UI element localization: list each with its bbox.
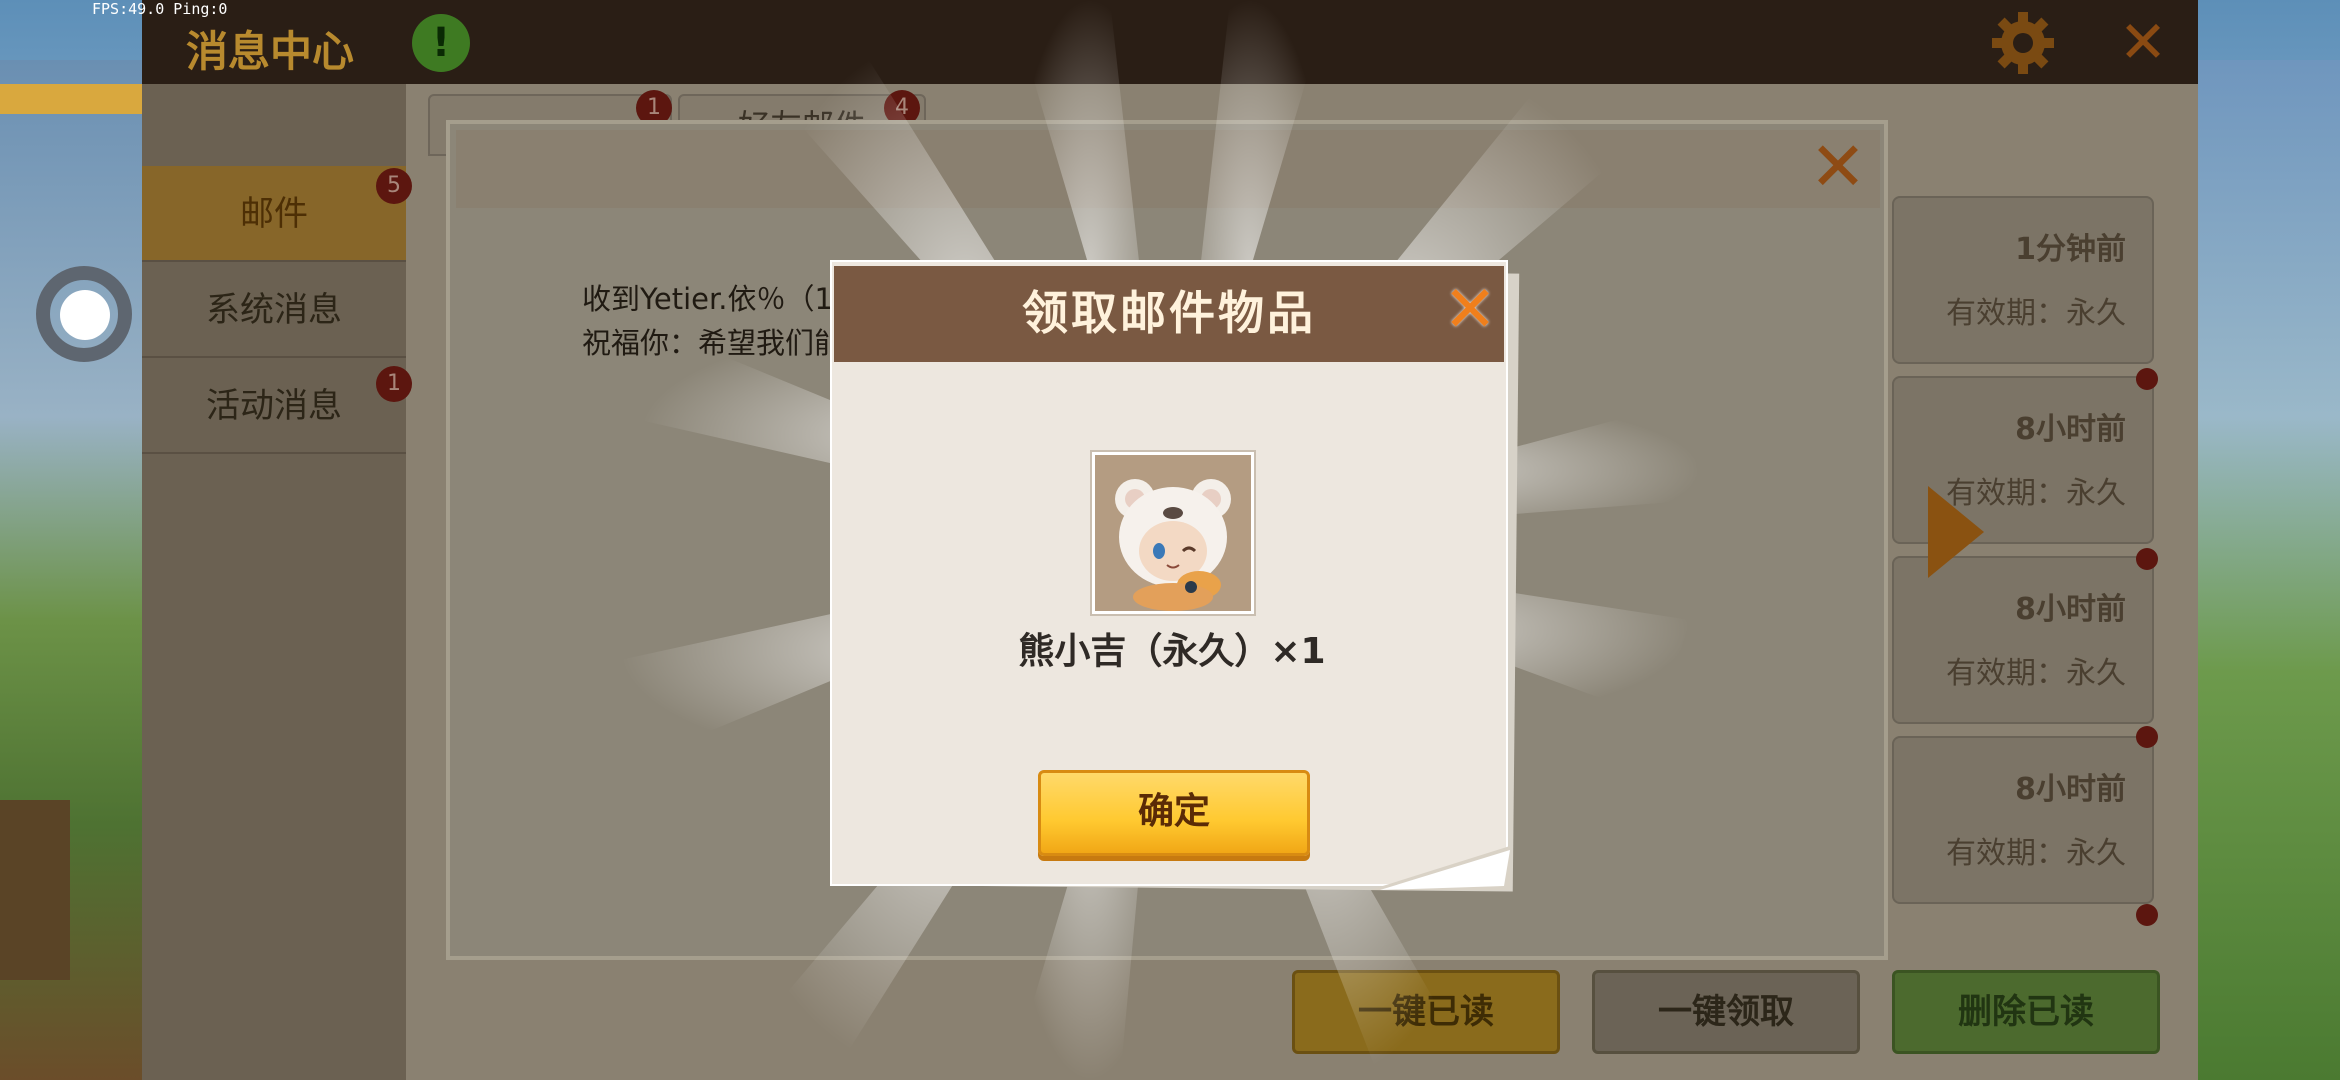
unread-dot	[2136, 548, 2158, 570]
game-scene-right	[2198, 60, 2340, 1080]
sidebar-item-system[interactable]: 系统消息	[142, 262, 406, 358]
mail-time: 8小时前	[2015, 412, 2126, 447]
mail-validity: 有效期：永久	[1946, 296, 2126, 331]
sidebar-item-activity[interactable]: 活动消息	[142, 358, 406, 454]
claim-all-button[interactable]: 一键领取	[1592, 970, 1860, 1054]
mail-detail-close-icon[interactable]: ✕	[1806, 134, 1870, 202]
game-scene-top-bar	[0, 84, 142, 114]
mail-validity: 有效期：永久	[1946, 836, 2126, 871]
sidebar-mail-badge: 5	[376, 168, 412, 204]
delete-read-button[interactable]: 删除已读	[1892, 970, 2160, 1054]
mail-list-item[interactable]: 1分钟前 有效期：永久	[1892, 196, 2154, 364]
confirm-button[interactable]: 确定	[1038, 770, 1310, 856]
message-center-title: 消息中心	[186, 27, 355, 76]
mail-validity: 有效期：永久	[1946, 656, 2126, 691]
page-curl-decoration	[1370, 846, 1510, 890]
alert-icon[interactable]: !	[412, 14, 470, 72]
reward-dialog-title: 领取邮件物品	[1022, 286, 1316, 340]
read-all-button[interactable]: 一键已读	[1292, 970, 1560, 1054]
next-page-arrow-icon[interactable]	[1928, 486, 1984, 578]
bear-costume-character-icon	[1095, 455, 1251, 611]
unread-dot	[2136, 904, 2158, 926]
message-center-close-icon[interactable]: ✕	[2118, 13, 2168, 71]
sidebar-item-mail[interactable]: 邮件	[142, 166, 406, 262]
unread-dot	[2136, 726, 2158, 748]
mail-detail-text-line: 收到Yetier.依％（15	[582, 282, 852, 316]
game-scene-block	[0, 800, 70, 980]
mail-detail-header	[456, 130, 1880, 208]
reward-item-slot	[1092, 452, 1254, 614]
mail-detail-text-line: 祝福你：希望我们能	[582, 326, 844, 360]
unread-dot	[2136, 368, 2158, 390]
mail-time: 8小时前	[2015, 772, 2126, 807]
joystick-knob[interactable]	[60, 290, 110, 340]
mail-time: 1分钟前	[2015, 232, 2126, 267]
mail-time: 8小时前	[2015, 592, 2126, 627]
reward-dialog-close-icon[interactable]: ✕	[1442, 278, 1498, 342]
mail-list-item[interactable]: 8小时前 有效期：永久	[1892, 556, 2154, 724]
mail-list-item[interactable]: 8小时前 有效期：永久	[1892, 736, 2154, 904]
reward-item-name: 熊小吉（永久）×1	[1018, 631, 1326, 672]
fps-ping-readout: FPS:49.0 Ping:0	[92, 0, 228, 18]
sidebar-activity-badge: 1	[376, 366, 412, 402]
settings-gear-icon[interactable]	[1990, 10, 2056, 76]
